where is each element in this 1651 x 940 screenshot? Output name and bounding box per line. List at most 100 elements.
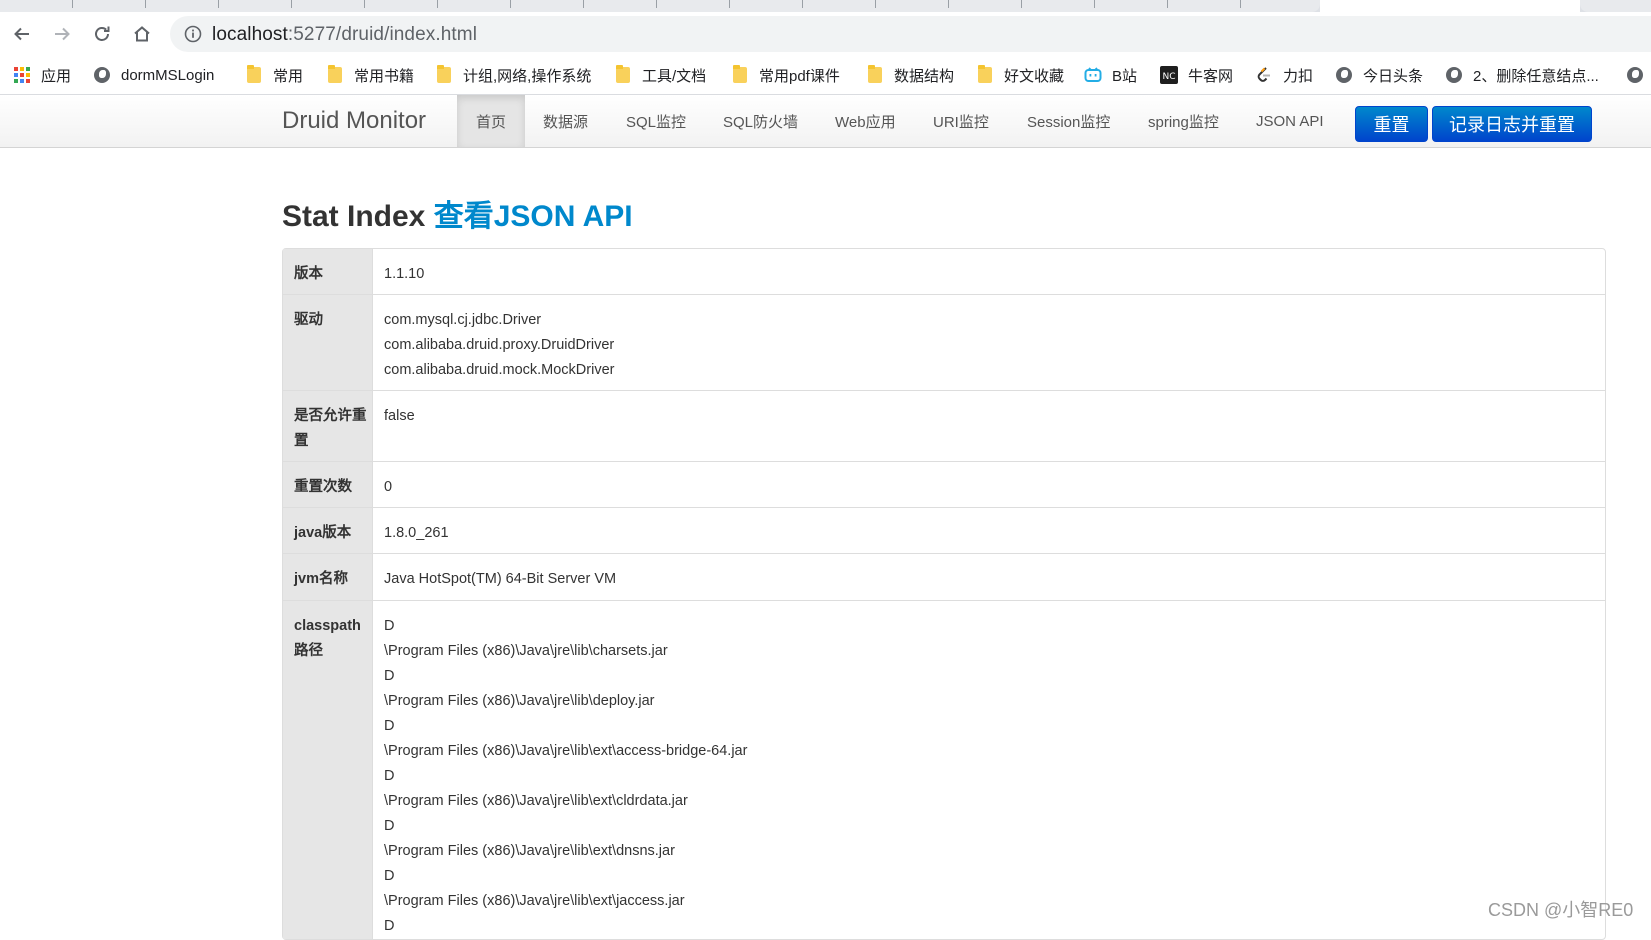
view-json-api-link[interactable]: 查看JSON API — [434, 200, 633, 233]
table-row: 驱动 com.mysql.cj.jdbc.Driver com.alibaba.… — [283, 294, 1605, 390]
browser-toolbar: localhost:5277/druid/index.html — [0, 12, 1651, 56]
value-line: com.alibaba.druid.mock.MockDriver — [384, 362, 615, 378]
value-line: D — [384, 668, 395, 684]
bookmark-leetcode[interactable]: 力扣 — [1255, 64, 1313, 86]
folder-icon — [866, 65, 884, 84]
bookmark-label: dormMSLogin — [121, 66, 215, 84]
page-title: Stat Index 查看JSON API — [282, 191, 633, 235]
apps-grid-icon — [13, 66, 31, 84]
bookmark-dormmslogin[interactable]: dormMSLogin — [93, 64, 214, 86]
home-icon — [134, 26, 150, 42]
folder-icon — [614, 65, 632, 84]
bookmark-folder[interactable]: 常用 — [245, 64, 303, 86]
bookmark-folder[interactable]: 常用pdf课件 — [731, 64, 840, 86]
value-line: D — [384, 868, 395, 884]
tab-separator — [510, 0, 511, 8]
value-line: \Program Files (x86)\Java\jre\lib\ext\dn… — [384, 843, 675, 859]
row-label-jvm-name: jvm名称 — [283, 553, 373, 600]
tab-separator — [1240, 0, 1241, 8]
table-row: classpath路径 D \Program Files (x86)\Java\… — [283, 600, 1605, 939]
value-line: \Program Files (x86)\Java\jre\lib\ext\ja… — [384, 893, 685, 909]
value-line: com.mysql.cj.jdbc.Driver — [384, 312, 542, 328]
bookmark-label: 应用 — [41, 67, 72, 85]
value-line: D — [384, 768, 395, 784]
address-bar[interactable]: localhost:5277/druid/index.html — [170, 16, 1651, 52]
home-button[interactable] — [126, 18, 158, 50]
info-icon[interactable] — [184, 25, 202, 43]
tab-separator — [656, 0, 657, 8]
reset-button[interactable]: 重置 — [1355, 106, 1428, 142]
bookmark-folder[interactable]: 数据结构 — [866, 64, 954, 86]
tab-separator — [583, 0, 584, 8]
browser-tab[interactable] — [1580, 0, 1651, 12]
bilibili-icon — [1084, 66, 1102, 84]
table-row: 重置次数 0 — [283, 461, 1605, 507]
active-tab[interactable] — [1320, 0, 1580, 12]
bookmark-label: 常用 — [273, 67, 304, 85]
reload-button[interactable] — [86, 18, 118, 50]
log-and-reset-button[interactable]: 记录日志并重置 — [1432, 106, 1592, 142]
brand-title[interactable]: Druid Monitor — [282, 107, 426, 135]
table-row: java版本 1.8.0_261 — [283, 507, 1605, 553]
nav-spring-monitor[interactable]: spring监控 — [1130, 95, 1237, 147]
table-row: 是否允许重置 false — [283, 390, 1605, 461]
value-line: com.alibaba.druid.proxy.DruidDriver — [384, 337, 615, 353]
folder-icon — [976, 65, 994, 84]
arrow-right-icon — [55, 27, 70, 41]
heading-text: Stat Index — [282, 200, 426, 233]
bookmark-label: 常用书籍 — [354, 67, 415, 85]
tab-separator — [1094, 0, 1095, 8]
row-value-reset-count: 0 — [373, 461, 1605, 507]
bookmark-overflow[interactable] — [1626, 64, 1651, 86]
bookmark-delete-node[interactable]: 2、删除任意结点... — [1445, 64, 1599, 86]
value-line: D — [384, 718, 395, 734]
tab-separator — [72, 0, 73, 8]
bookmark-folder[interactable]: 常用书籍 — [326, 64, 414, 86]
bookmark-bilibili[interactable]: B站 — [1084, 64, 1137, 86]
back-button[interactable] — [6, 18, 38, 50]
globe-icon — [1626, 66, 1644, 84]
bookmark-nowcoder[interactable]: NC 牛客网 — [1160, 64, 1233, 86]
reload-icon — [95, 26, 110, 41]
row-value-classpath: D \Program Files (x86)\Java\jre\lib\char… — [373, 600, 1605, 939]
bookmarks-bar: 应用 dormMSLogin 常用 常用书籍 计组,网络,操作系统 工具/文档 … — [0, 56, 1651, 95]
bookmark-label: 好文收藏 — [1004, 67, 1065, 85]
nav-sql-monitor[interactable]: SQL监控 — [608, 95, 704, 147]
tab-separator — [948, 0, 949, 8]
bookmark-folder[interactable]: 计组,网络,操作系统 — [435, 64, 591, 86]
row-value-jvm-name: Java HotSpot(TM) 64-Bit Server VM — [373, 553, 1605, 600]
bookmark-apps[interactable]: 应用 — [13, 64, 71, 86]
table-row: 版本 1.1.10 — [283, 249, 1605, 294]
url-text[interactable]: localhost:5277/druid/index.html — [212, 24, 477, 46]
value-line: \Program Files (x86)\Java\jre\lib\ext\cl… — [384, 793, 688, 809]
value-line: 1.8.0_261 — [384, 525, 449, 541]
row-label-allow-reset: 是否允许重置 — [283, 390, 373, 461]
value-line: D — [384, 818, 395, 834]
bookmark-toutiao[interactable]: 今日头条 — [1335, 64, 1423, 86]
bookmark-label: 力扣 — [1283, 67, 1314, 85]
bookmark-folder[interactable]: 好文收藏 — [976, 64, 1064, 86]
value-line: 0 — [384, 479, 393, 495]
tab-separator — [1167, 0, 1168, 8]
nav-sql-firewall[interactable]: SQL防火墙 — [705, 95, 816, 147]
nav-web-app[interactable]: Web应用 — [817, 95, 914, 147]
nav-home[interactable]: 首页 — [457, 95, 525, 147]
globe-icon — [1445, 66, 1463, 84]
arrow-left-icon — [14, 27, 29, 41]
nav-datasource[interactable]: 数据源 — [525, 95, 606, 147]
nowcoder-icon: NC — [1160, 66, 1178, 84]
bookmark-folder[interactable]: 工具/文档 — [614, 64, 706, 86]
tab-separator — [218, 0, 219, 8]
bookmark-label: 常用pdf课件 — [759, 67, 840, 85]
forward-button[interactable] — [46, 18, 78, 50]
row-value-driver: com.mysql.cj.jdbc.Driver com.alibaba.dru… — [373, 294, 1605, 390]
nav-session-monitor[interactable]: Session监控 — [1009, 95, 1128, 147]
tab-separator — [437, 0, 438, 8]
tab-strip-background — [0, 0, 1320, 12]
druid-navbar: Druid Monitor 首页 数据源 SQL监控 SQL防火墙 Web应用 … — [0, 95, 1651, 148]
row-label-version: 版本 — [283, 249, 373, 294]
row-value-allow-reset: false — [373, 390, 1605, 461]
nav-json-api[interactable]: JSON API — [1238, 95, 1342, 147]
value-line: D — [384, 618, 395, 634]
nav-uri-monitor[interactable]: URI监控 — [915, 95, 1007, 147]
